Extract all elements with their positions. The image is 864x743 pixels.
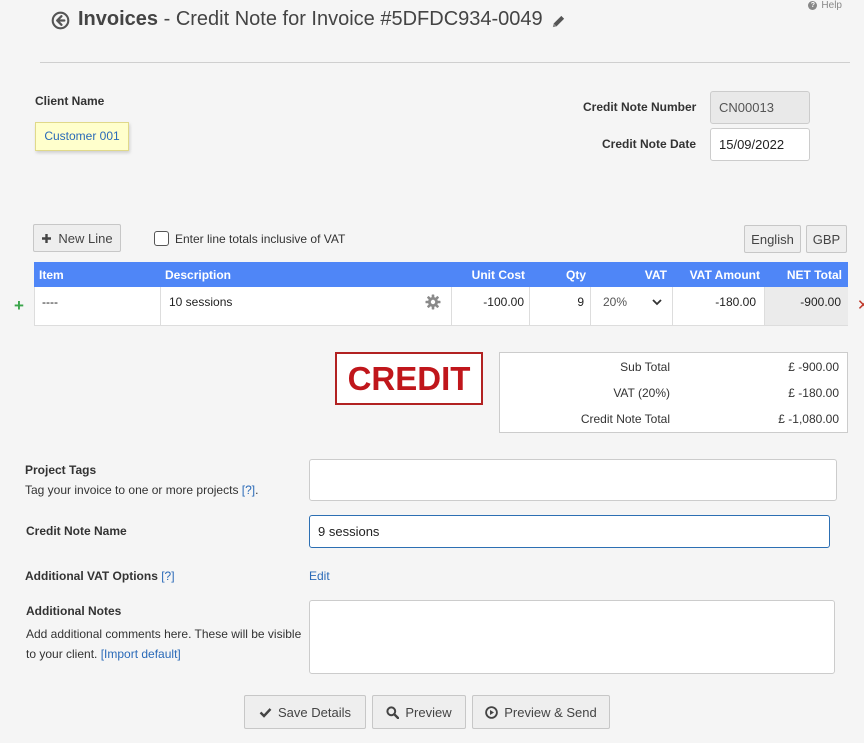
col-net-total: NET Total <box>786 268 842 282</box>
vat-total-value: £ -180.00 <box>788 386 839 400</box>
play-circle-icon <box>485 705 499 719</box>
vat-amount-cell[interactable]: -180.00 <box>673 287 765 325</box>
new-line-button[interactable]: New Line <box>33 224 121 252</box>
net-total-cell: -900.00 <box>765 287 848 325</box>
project-tags-input[interactable] <box>309 459 837 501</box>
import-default-link[interactable]: [Import default] <box>101 647 181 661</box>
vat-options-label: Additional VAT Options [?] <box>25 569 175 583</box>
additional-notes-label: Additional Notes <box>26 604 122 618</box>
module-title: Invoices <box>78 8 159 30</box>
credit-note-date-label: Credit Note Date <box>602 137 697 151</box>
subtotal-value: £ -900.00 <box>788 360 839 374</box>
col-vat: VAT <box>644 268 667 282</box>
project-tags-help: Tag your invoice to one or more projects… <box>25 483 258 497</box>
credit-note-name-input[interactable]: 9 sessions <box>309 515 830 548</box>
gear-icon[interactable] <box>425 294 441 310</box>
vat-select-value: 20% <box>603 295 628 309</box>
project-tags-help-end: . <box>255 483 259 497</box>
chevron-down-icon <box>652 299 662 306</box>
col-description: Description <box>165 268 232 282</box>
description-text: 10 sessions <box>169 295 233 309</box>
credit-stamp: CREDIT <box>335 352 483 405</box>
vat-options-label-text: Additional VAT Options <box>25 569 162 583</box>
table-row: ---- 10 sessions -100.00 9 20% -180.00 -… <box>34 287 848 326</box>
totals-box: Sub Total £ -900.00 VAT (20%) £ -180.00 … <box>499 352 848 433</box>
unit-cost-cell[interactable]: -100.00 <box>452 287 530 325</box>
new-line-label: New Line <box>58 230 113 246</box>
delete-row-icon[interactable]: ✕ <box>857 296 864 314</box>
question-icon: ? <box>808 1 818 10</box>
additional-notes-input[interactable] <box>309 600 835 674</box>
col-item: Item <box>39 268 64 282</box>
inclusive-vat-checkbox[interactable] <box>154 231 169 246</box>
client-name-label: Client Name <box>35 94 105 108</box>
vat-options-edit-link[interactable]: Edit <box>309 569 330 583</box>
pencil-icon[interactable] <box>551 14 566 29</box>
inclusive-vat-label: Enter line totals inclusive of VAT <box>175 232 346 246</box>
col-qty: Qty <box>565 268 586 282</box>
col-unit-cost: Unit Cost <box>471 268 525 282</box>
help-link[interactable]: ? Help <box>808 0 842 11</box>
line-items-header: Item Description Unit Cost Qty VAT VAT A… <box>34 262 848 287</box>
description-cell[interactable]: 10 sessions <box>161 287 452 325</box>
credit-note-number-label: Credit Note Number <box>583 100 697 114</box>
credit-note-total-value: £ -1,080.00 <box>778 412 839 426</box>
save-details-button[interactable]: Save Details <box>244 695 366 729</box>
vat-options-help-link[interactable]: [?] <box>161 569 174 583</box>
client-name-note[interactable]: Customer 001 <box>35 122 129 151</box>
page-subtitle: - Credit Note for Invoice #5DFDC934-0049 <box>158 8 543 30</box>
back-arrow-icon[interactable] <box>51 11 70 30</box>
currency-button[interactable]: GBP <box>806 225 847 253</box>
preview-send-label: Preview & Send <box>504 704 597 720</box>
page-title: Invoices - Credit Note for Invoice #5DFD… <box>78 8 543 31</box>
credit-note-name-label: Credit Note Name <box>26 524 127 538</box>
save-details-label: Save Details <box>278 704 351 720</box>
preview-send-button[interactable]: Preview & Send <box>472 695 610 729</box>
credit-note-date-field[interactable]: 15/09/2022 <box>710 128 810 161</box>
plus-icon <box>42 233 52 243</box>
search-icon <box>386 705 400 719</box>
additional-notes-help: Add additional comments here. These will… <box>26 624 311 664</box>
credit-note-number-field: CN00013 <box>710 91 810 124</box>
header-divider <box>40 62 850 63</box>
subtotal-label: Sub Total <box>620 360 670 374</box>
vat-total-label: VAT (20%) <box>613 386 670 400</box>
project-tags-help-link[interactable]: [?] <box>242 483 255 497</box>
check-icon <box>259 707 272 718</box>
preview-label: Preview <box>405 704 452 720</box>
project-tags-help-text: Tag your invoice to one or more projects <box>25 483 242 497</box>
help-label: Help <box>821 0 842 11</box>
add-row-icon[interactable]: + <box>14 296 24 316</box>
credit-note-total-label: Credit Note Total <box>580 412 670 426</box>
project-tags-label: Project Tags <box>25 463 97 477</box>
qty-cell[interactable]: 9 <box>530 287 591 325</box>
item-cell[interactable]: ---- <box>35 287 161 325</box>
vat-select[interactable]: 20% <box>591 287 673 325</box>
col-vat-amount: VAT Amount <box>689 268 760 282</box>
preview-button[interactable]: Preview <box>372 695 466 729</box>
language-button[interactable]: English <box>744 225 801 253</box>
